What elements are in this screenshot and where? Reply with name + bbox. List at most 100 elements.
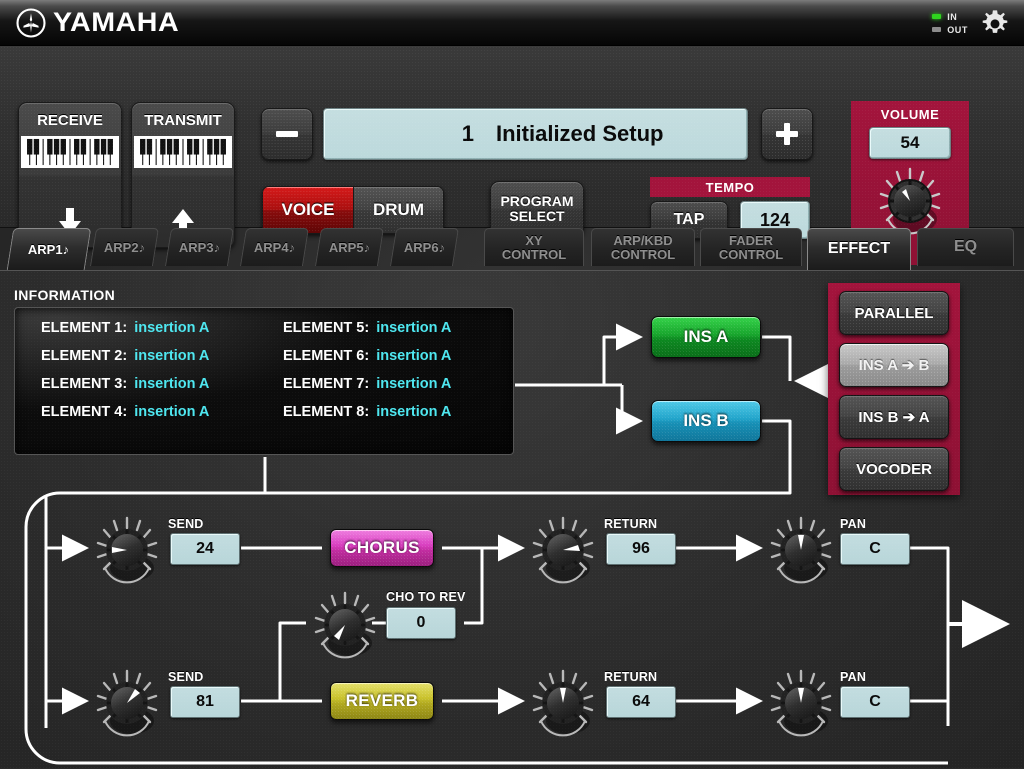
tab-effect-label: EFFECT xyxy=(827,240,891,258)
tab-arp4-label: ARP4 xyxy=(253,239,289,255)
chorus-button[interactable]: CHORUS xyxy=(330,529,434,567)
tab-bar: ARP1♪ ARP2♪ ARP3♪ ARP4♪ ARP5♪ ARP6♪ XY CO… xyxy=(0,228,1024,272)
tab-arp-kbd-control[interactable]: ARP/KBD CONTROL xyxy=(591,228,695,266)
reverb-return-value[interactable]: 64 xyxy=(606,686,676,718)
keyboard-icon xyxy=(21,136,119,168)
chorus-send-label: SEND xyxy=(168,517,204,531)
element-row: ELEMENT 2: insertion A xyxy=(41,348,283,364)
element-value: insertion A xyxy=(134,348,210,364)
element-value: insertion A xyxy=(376,404,452,420)
element-row: ELEMENT 8: insertion A xyxy=(283,404,525,420)
tempo-header: TEMPO xyxy=(650,177,810,197)
tab-effect[interactable]: EFFECT xyxy=(807,228,911,270)
tab-xy-control-line2: CONTROL xyxy=(501,246,567,262)
routing-ins-b-to-a-label: INS B ➔ A xyxy=(858,409,930,426)
music-note-icon: ♪ xyxy=(63,241,70,257)
music-note-icon: ♪ xyxy=(363,239,371,255)
chorus-send-value[interactable]: 24 xyxy=(170,533,240,565)
program-display[interactable]: 1 Initialized Setup xyxy=(323,108,748,160)
tab-arp6-label: ARP6 xyxy=(403,239,439,255)
reverb-button[interactable]: REVERB xyxy=(330,682,434,720)
tab-arp3-label: ARP3 xyxy=(178,239,214,255)
chorus-return-knob[interactable] xyxy=(528,514,598,588)
top-control-panel: RECEIVE TRANSMIT 1 Initialized Setup VOI… xyxy=(0,46,1024,265)
tab-arp1[interactable]: ARP1♪ xyxy=(6,228,92,270)
tab-arp1-label: ARP1 xyxy=(28,241,64,257)
tab-arp6[interactable]: ARP6♪ xyxy=(389,228,460,266)
routing-ins-a-to-b-button[interactable]: INS A ➔ B xyxy=(839,343,949,387)
drum-button[interactable]: DRUM xyxy=(353,187,443,233)
chorus-return-label: RETURN xyxy=(604,517,658,531)
element-key: ELEMENT 1: xyxy=(41,320,128,336)
tab-arp3[interactable]: ARP3♪ xyxy=(164,228,235,266)
reverb-send-knob[interactable] xyxy=(92,667,162,741)
midi-in-led xyxy=(932,14,942,19)
reverb-send-value[interactable]: 81 xyxy=(170,686,240,718)
reverb-pan-value[interactable]: C xyxy=(840,686,910,718)
routing-vocoder-button[interactable]: VOCODER xyxy=(839,447,949,491)
reverb-pan-knob[interactable] xyxy=(766,667,836,741)
program-increment-button[interactable] xyxy=(761,108,813,160)
program-select-line2: SELECT xyxy=(509,208,565,224)
tab-arp-kbd-control-line2: CONTROL xyxy=(610,246,676,262)
routing-parallel-button[interactable]: PARALLEL xyxy=(839,291,949,335)
tab-eq[interactable]: EQ xyxy=(917,228,1014,266)
tab-arp5-label: ARP5 xyxy=(328,239,364,255)
program-select-line1: PROGRAM xyxy=(500,192,574,209)
tab-arp4[interactable]: ARP4♪ xyxy=(239,228,310,266)
transmit-button[interactable]: TRANSMIT xyxy=(131,102,235,248)
brand-name: YAMAHA xyxy=(53,7,180,37)
chorus-send-knob[interactable] xyxy=(92,514,162,588)
music-note-icon: ♪ xyxy=(288,239,296,255)
tab-eq-label: EQ xyxy=(953,238,978,256)
reverb-label: REVERB xyxy=(345,691,419,710)
cho-to-rev-value[interactable]: 0 xyxy=(386,607,456,639)
yamaha-logo: YAMAHA xyxy=(16,7,179,38)
music-note-icon: ♪ xyxy=(138,239,146,255)
element-value: insertion A xyxy=(134,404,210,420)
tab-arp2[interactable]: ARP2♪ xyxy=(89,228,160,266)
tab-fader-control[interactable]: FADER CONTROL xyxy=(700,228,802,266)
voice-label: VOICE xyxy=(281,200,335,219)
tab-arp2-label: ARP2 xyxy=(103,239,139,255)
ins-b-button[interactable]: INS B xyxy=(651,400,761,442)
element-key: ELEMENT 7: xyxy=(283,376,370,392)
receive-button[interactable]: RECEIVE xyxy=(18,102,122,248)
yamaha-tuning-fork-icon xyxy=(16,7,46,38)
element-value: insertion A xyxy=(376,376,452,392)
element-key: ELEMENT 8: xyxy=(283,404,370,420)
chorus-return-value[interactable]: 96 xyxy=(606,533,676,565)
transmit-label: TRANSMIT xyxy=(144,112,222,129)
voice-button[interactable]: VOICE xyxy=(263,187,353,233)
midi-in-row: IN xyxy=(932,10,968,23)
reverb-return-knob[interactable] xyxy=(528,667,598,741)
insertion-routing-panel: PARALLEL INS A ➔ B INS B ➔ A VOCODER xyxy=(828,283,960,495)
information-panel: ELEMENT 1: insertion A ELEMENT 5: insertio… xyxy=(14,307,514,455)
tab-xy-control[interactable]: XY CONTROL xyxy=(484,228,584,266)
element-row: ELEMENT 3: insertion A xyxy=(41,376,283,392)
element-row: ELEMENT 6: insertion A xyxy=(283,348,525,364)
element-value: insertion A xyxy=(134,376,210,392)
voice-drum-toggle[interactable]: VOICE DRUM xyxy=(262,186,444,234)
volume-value-display[interactable]: 54 xyxy=(869,127,951,159)
element-row: ELEMENT 5: insertion A xyxy=(283,320,525,336)
information-title: INFORMATION xyxy=(14,287,116,303)
tap-label: TAP xyxy=(673,211,705,228)
midi-io-indicators: IN OUT xyxy=(932,10,968,36)
routing-parallel-label: PARALLEL xyxy=(854,304,934,322)
ins-a-button[interactable]: INS A xyxy=(651,316,761,358)
midi-out-led xyxy=(932,27,942,32)
music-note-icon: ♪ xyxy=(438,239,446,255)
chorus-pan-value[interactable]: C xyxy=(840,533,910,565)
routing-ins-b-to-a-button[interactable]: INS B ➔ A xyxy=(839,395,949,439)
program-decrement-button[interactable] xyxy=(261,108,313,160)
element-key: ELEMENT 3: xyxy=(41,376,128,392)
chorus-pan-knob[interactable] xyxy=(766,514,836,588)
tab-arp5[interactable]: ARP5♪ xyxy=(314,228,385,266)
element-key: ELEMENT 4: xyxy=(41,404,128,420)
gear-icon[interactable] xyxy=(980,8,1010,38)
reverb-pan-label: PAN xyxy=(840,670,867,684)
drum-label: DRUM xyxy=(373,200,424,219)
minus-icon xyxy=(276,131,298,137)
cho-to-rev-knob[interactable] xyxy=(310,589,380,663)
